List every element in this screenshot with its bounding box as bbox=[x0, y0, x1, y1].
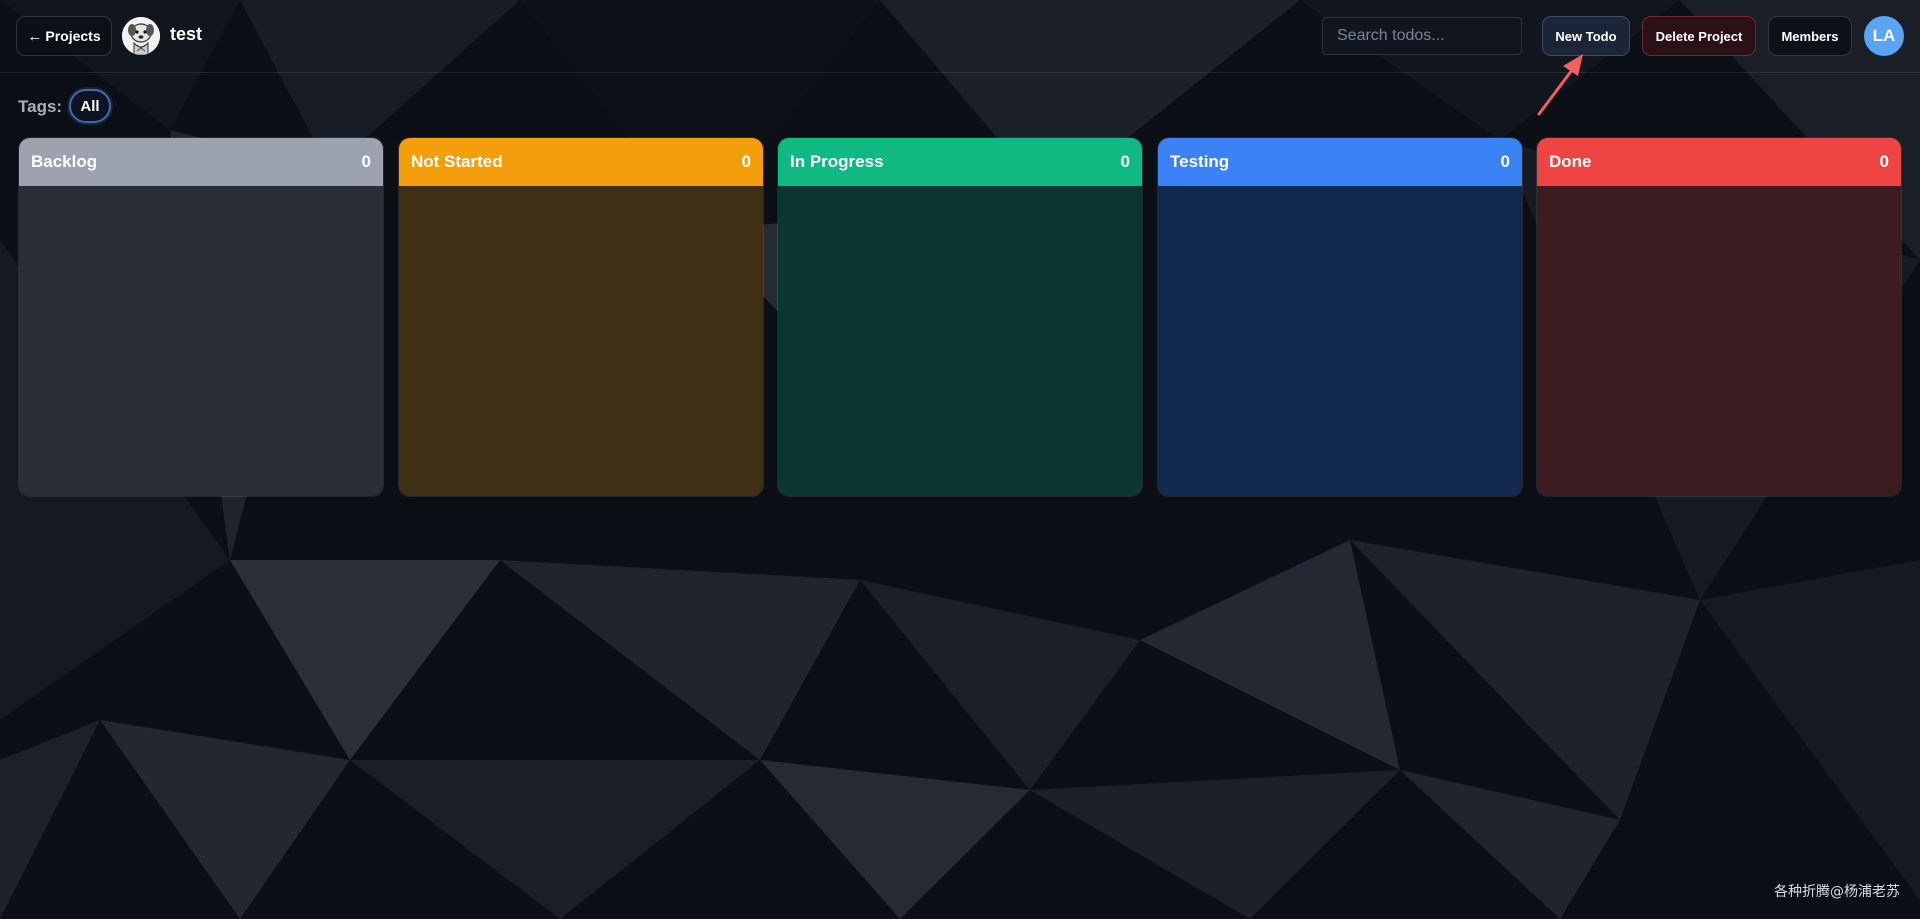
back-to-projects-button[interactable]: ← Projects bbox=[16, 16, 112, 56]
column-backlog: Backlog 0 bbox=[18, 137, 384, 497]
column-in-progress: In Progress 0 bbox=[777, 137, 1143, 497]
column-header: Testing 0 bbox=[1158, 138, 1522, 186]
new-todo-button[interactable]: New Todo bbox=[1542, 16, 1630, 56]
column-testing: Testing 0 bbox=[1157, 137, 1523, 497]
column-title: Backlog bbox=[31, 152, 98, 171]
app-root: ← Projects test New Todo Delete Project … bbox=[0, 0, 1920, 919]
column-dropzone[interactable] bbox=[19, 186, 383, 496]
dog-avatar-icon bbox=[122, 17, 160, 55]
user-avatar[interactable]: LA bbox=[1864, 16, 1904, 56]
column-header: Not Started 0 bbox=[399, 138, 763, 186]
column-dropzone[interactable] bbox=[778, 186, 1142, 496]
column-done: Done 0 bbox=[1536, 137, 1902, 497]
column-dropzone[interactable] bbox=[1158, 186, 1522, 496]
column-header: Done 0 bbox=[1537, 138, 1901, 186]
column-title: In Progress bbox=[790, 152, 884, 171]
column-count: 0 bbox=[741, 152, 751, 171]
delete-project-button[interactable]: Delete Project bbox=[1642, 16, 1756, 56]
tag-filter-all[interactable]: All bbox=[69, 89, 111, 123]
column-count: 0 bbox=[1500, 152, 1510, 171]
back-button-label: Projects bbox=[45, 28, 101, 44]
column-title: Done bbox=[1549, 152, 1592, 171]
red-arrow-icon bbox=[1537, 54, 1583, 116]
column-title: Testing bbox=[1170, 152, 1230, 171]
column-count: 0 bbox=[361, 152, 371, 171]
column-title: Not Started bbox=[411, 152, 503, 171]
column-not-started: Not Started 0 bbox=[398, 137, 764, 497]
column-dropzone[interactable] bbox=[1537, 186, 1901, 496]
project-title: test bbox=[170, 24, 203, 44]
column-header: Backlog 0 bbox=[19, 138, 383, 186]
members-button[interactable]: Members bbox=[1768, 16, 1852, 56]
tags-label: Tags: bbox=[18, 97, 63, 116]
column-count: 0 bbox=[1879, 152, 1889, 171]
column-header: In Progress 0 bbox=[778, 138, 1142, 186]
kanban-board: Backlog 0 Not Started 0 In Progress 0 Te… bbox=[18, 137, 1902, 497]
watermark-text: 各种折腾@杨浦老苏 bbox=[1774, 884, 1900, 900]
column-dropzone[interactable] bbox=[399, 186, 763, 496]
column-count: 0 bbox=[1120, 152, 1130, 171]
left-arrow-icon: ← bbox=[27, 27, 43, 45]
search-todos-input[interactable] bbox=[1322, 17, 1522, 55]
top-bar: ← Projects test New Todo Delete Project … bbox=[0, 0, 1920, 116]
